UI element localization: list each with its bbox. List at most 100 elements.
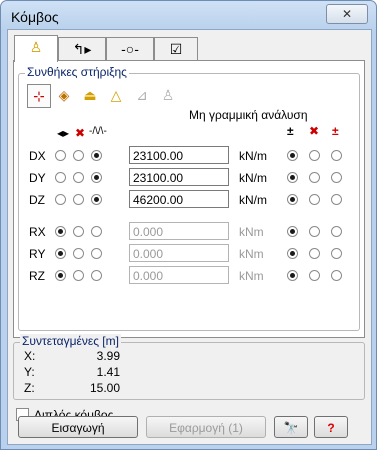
dof-label: DY	[29, 171, 46, 185]
dz-unit: kN/m	[239, 193, 267, 207]
full-fixity-icon: ◈	[58, 87, 70, 103]
support-type-spring[interactable]: ⊹	[27, 84, 51, 108]
free-support-icon: ♙	[161, 87, 175, 103]
local-axes-icon: ↰▸	[72, 41, 92, 57]
support-conditions-legend: Συνθήκες στήριξης	[25, 65, 129, 79]
free-column-icon: ◂▸	[57, 126, 70, 140]
dy-stiffness-input[interactable]: 23100.00	[129, 168, 229, 186]
window-title: Κόμβος	[11, 9, 59, 25]
apply-button[interactable]: Εφαρμογή (1)	[146, 416, 266, 438]
fixed-column-icon: ✖	[75, 126, 86, 140]
dz-spring-radio[interactable]	[91, 194, 102, 205]
rz-nl-none-radio[interactable]	[309, 270, 320, 281]
dx-stiffness-input[interactable]: 23100.00	[129, 146, 229, 164]
rx-free-radio[interactable]	[55, 226, 66, 237]
dz-nl-tension-radio[interactable]	[331, 194, 342, 205]
title-bar[interactable]: Κόμβος ✕	[1, 1, 376, 31]
ry-free-radio[interactable]	[55, 248, 66, 259]
tab-support[interactable]: ♙	[14, 35, 58, 62]
tab-options[interactable]: ☑	[154, 37, 198, 60]
dx-free-radio[interactable]	[55, 150, 66, 161]
dz-free-radio[interactable]	[55, 194, 66, 205]
ry-spring-radio[interactable]	[91, 248, 102, 259]
dx-fixed-radio[interactable]	[73, 150, 84, 161]
dy-free-radio[interactable]	[55, 172, 66, 183]
tab-local-axes[interactable]: ↰▸	[58, 37, 106, 60]
support-type-free[interactable]: ♙	[157, 84, 179, 106]
support-type-roller[interactable]: ⊿	[131, 84, 153, 106]
support-conditions-group: Συνθήκες στήριξης ⊹ ◈ ⏏ △ ⊿ ♙ Μη γραμμικ…	[18, 65, 360, 331]
find-button[interactable]: 🔭	[274, 416, 308, 438]
spring-column-icon: -/\/\-	[89, 126, 107, 137]
clamped-support-icon: ⏏	[83, 87, 97, 103]
rz-stiffness-input[interactable]: 0.000	[129, 266, 229, 284]
ry-stiffness-input[interactable]: 0.000	[129, 244, 229, 262]
node-dialog: Κόμβος ✕ ♙ ↰▸ -○- ☑ Συνθήκες στήριξης ⊹ …	[0, 0, 377, 450]
checkbox-icon: ☑	[169, 41, 183, 57]
dof-label: DX	[29, 149, 46, 163]
dy-unit: kN/m	[239, 171, 267, 185]
dy-nl-none-radio[interactable]	[309, 172, 320, 183]
coord-y-value: 1.41	[96, 365, 120, 379]
nl-none-column-icon: ✖	[309, 124, 320, 138]
dz-nl-both-radio[interactable]	[287, 194, 298, 205]
coord-z-value: 15.00	[89, 381, 120, 395]
insert-button[interactable]: Εισαγωγή	[18, 416, 138, 438]
help-button[interactable]: ?	[314, 416, 348, 438]
rx-stiffness-input[interactable]: 0.000	[129, 222, 229, 240]
support-type-pinned[interactable]: △	[105, 84, 127, 106]
support-icon: ♙	[29, 39, 43, 55]
dy-nl-tension-radio[interactable]	[331, 172, 342, 183]
dz-nl-none-radio[interactable]	[309, 194, 320, 205]
coord-x-label: X:	[24, 349, 36, 363]
dy-spring-radio[interactable]	[91, 172, 102, 183]
ry-nl-none-radio[interactable]	[309, 248, 320, 259]
dy-nl-both-radio[interactable]	[287, 172, 298, 183]
support-panel: Συνθήκες στήριξης ⊹ ◈ ⏏ △ ⊿ ♙ Μη γραμμικ…	[13, 60, 365, 338]
rz-fixed-radio[interactable]	[73, 270, 84, 281]
rx-nl-tension-radio[interactable]	[331, 226, 342, 237]
rz-spring-radio[interactable]	[91, 270, 102, 281]
dx-nl-none-radio[interactable]	[309, 150, 320, 161]
rx-unit: kNm	[239, 225, 264, 239]
nl-both-column-icon: ±	[287, 124, 294, 138]
support-type-clamped[interactable]: ⏏	[79, 84, 101, 106]
rz-nl-tension-radio[interactable]	[331, 270, 342, 281]
dx-nl-tension-radio[interactable]	[331, 150, 342, 161]
close-button[interactable]: ✕	[326, 4, 368, 24]
rz-nl-both-radio[interactable]	[287, 270, 298, 281]
dz-fixed-radio[interactable]	[73, 194, 84, 205]
coordinates-group: Συντεταγμένες [m] X: 3.99 Y: 1.41 Z: 15.…	[13, 334, 365, 400]
ry-nl-tension-radio[interactable]	[331, 248, 342, 259]
ry-unit: kNm	[239, 247, 264, 261]
rx-nl-both-radio[interactable]	[287, 226, 298, 237]
coordinates-legend: Συντεταγμένες [m]	[20, 334, 121, 348]
rx-spring-radio[interactable]	[91, 226, 102, 237]
binoculars-icon: 🔭	[283, 421, 299, 435]
coord-y-label: Y:	[24, 365, 35, 379]
help-icon: ?	[327, 421, 335, 435]
dialog-body: ♙ ↰▸ -○- ☑ Συνθήκες στήριξης ⊹ ◈ ⏏ △ ⊿ ♙…	[7, 29, 372, 445]
dx-nl-both-radio[interactable]	[287, 150, 298, 161]
rz-free-radio[interactable]	[55, 270, 66, 281]
ry-fixed-radio[interactable]	[73, 248, 84, 259]
dx-spring-radio[interactable]	[91, 150, 102, 161]
coord-x-value: 3.99	[96, 349, 120, 363]
rz-unit: kNm	[239, 269, 264, 283]
dof-label: RY	[29, 247, 46, 261]
dy-fixed-radio[interactable]	[73, 172, 84, 183]
nl-tension-column-icon: ±	[332, 124, 339, 138]
rx-nl-none-radio[interactable]	[309, 226, 320, 237]
spring-icon: -○-	[121, 41, 139, 57]
dx-unit: kN/m	[239, 149, 267, 163]
support-type-full[interactable]: ◈	[53, 84, 75, 106]
rx-fixed-radio[interactable]	[73, 226, 84, 237]
dof-label: RZ	[29, 269, 45, 283]
ry-nl-both-radio[interactable]	[287, 248, 298, 259]
tab-spring[interactable]: -○-	[106, 37, 154, 60]
roller-support-icon: ⊿	[136, 87, 148, 103]
dz-stiffness-input[interactable]: 46200.00	[129, 190, 229, 208]
close-icon: ✕	[341, 7, 353, 21]
pinned-support-icon: △	[110, 87, 122, 103]
nonlinear-analysis-label: Μη γραμμική ανάλυση	[189, 108, 308, 122]
